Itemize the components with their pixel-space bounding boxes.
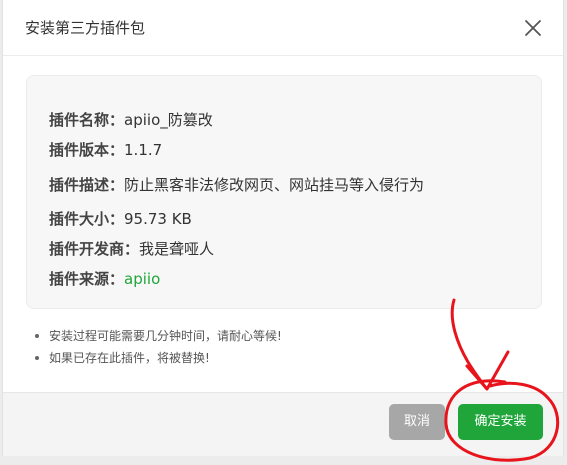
plugin-version-value: 1.1.7: [124, 141, 163, 159]
plugin-source-link[interactable]: apiio: [124, 270, 160, 288]
plugin-name-label: 插件名称：: [49, 111, 125, 129]
plugin-developer-value: 我是聋哑人: [139, 240, 215, 258]
list-item: 如果已存在此插件，将被替换!: [31, 347, 282, 369]
plugin-description-value: 防止黑客非法修改网页、网站挂马等入侵行为: [124, 176, 425, 194]
plugin-description-label: 插件描述：: [49, 176, 125, 194]
plugin-size-label: 插件大小：: [49, 210, 125, 228]
plugin-info-panel: 插件名称：apiio_防篡改 插件版本：1.1.7 插件描述：防止黑客非法修改网…: [26, 75, 542, 309]
install-plugin-dialog: 安装第三方插件包 插件名称：apiio_防篡改 插件版本：1.1.7 插件描述：…: [2, 0, 564, 456]
confirm-install-button[interactable]: 确定安装: [458, 404, 543, 440]
close-icon: [525, 20, 541, 36]
close-button[interactable]: [521, 16, 545, 40]
plugin-name-value: apiio_防篡改: [124, 111, 213, 129]
plugin-size-value: 95.73 KB: [124, 210, 192, 228]
bullet-icon: [35, 334, 39, 338]
plugin-name-row: 插件名称：apiio_防篡改: [49, 110, 213, 130]
plugin-developer-row: 插件开发商：我是聋哑人: [49, 239, 214, 259]
dialog-footer: 取消 确定安装: [3, 392, 563, 456]
plugin-version-label: 插件版本：: [49, 141, 125, 159]
note-text: 安装过程可能需要几分钟时间，请耐心等候!: [49, 329, 282, 343]
dialog-header: 安装第三方插件包: [3, 0, 563, 56]
plugin-size-row: 插件大小：95.73 KB: [49, 209, 192, 229]
install-notes: 安装过程可能需要几分钟时间，请耐心等候! 如果已存在此插件，将被替换!: [31, 325, 282, 369]
plugin-version-row: 插件版本：1.1.7: [49, 140, 162, 160]
bullet-icon: [35, 356, 39, 360]
note-text: 如果已存在此插件，将被替换!: [49, 351, 210, 365]
dialog-title: 安装第三方插件包: [25, 19, 146, 37]
page: 安装第三方插件包 插件名称：apiio_防篡改 插件版本：1.1.7 插件描述：…: [0, 0, 567, 465]
plugin-developer-label: 插件开发商：: [49, 240, 140, 258]
cancel-button[interactable]: 取消: [389, 404, 445, 440]
plugin-description-row: 插件描述：防止黑客非法修改网页、网站挂马等入侵行为: [49, 175, 424, 195]
plugin-source-label: 插件来源：: [49, 270, 125, 288]
list-item: 安装过程可能需要几分钟时间，请耐心等候!: [31, 325, 282, 347]
plugin-source-row: 插件来源：apiio: [49, 269, 160, 289]
